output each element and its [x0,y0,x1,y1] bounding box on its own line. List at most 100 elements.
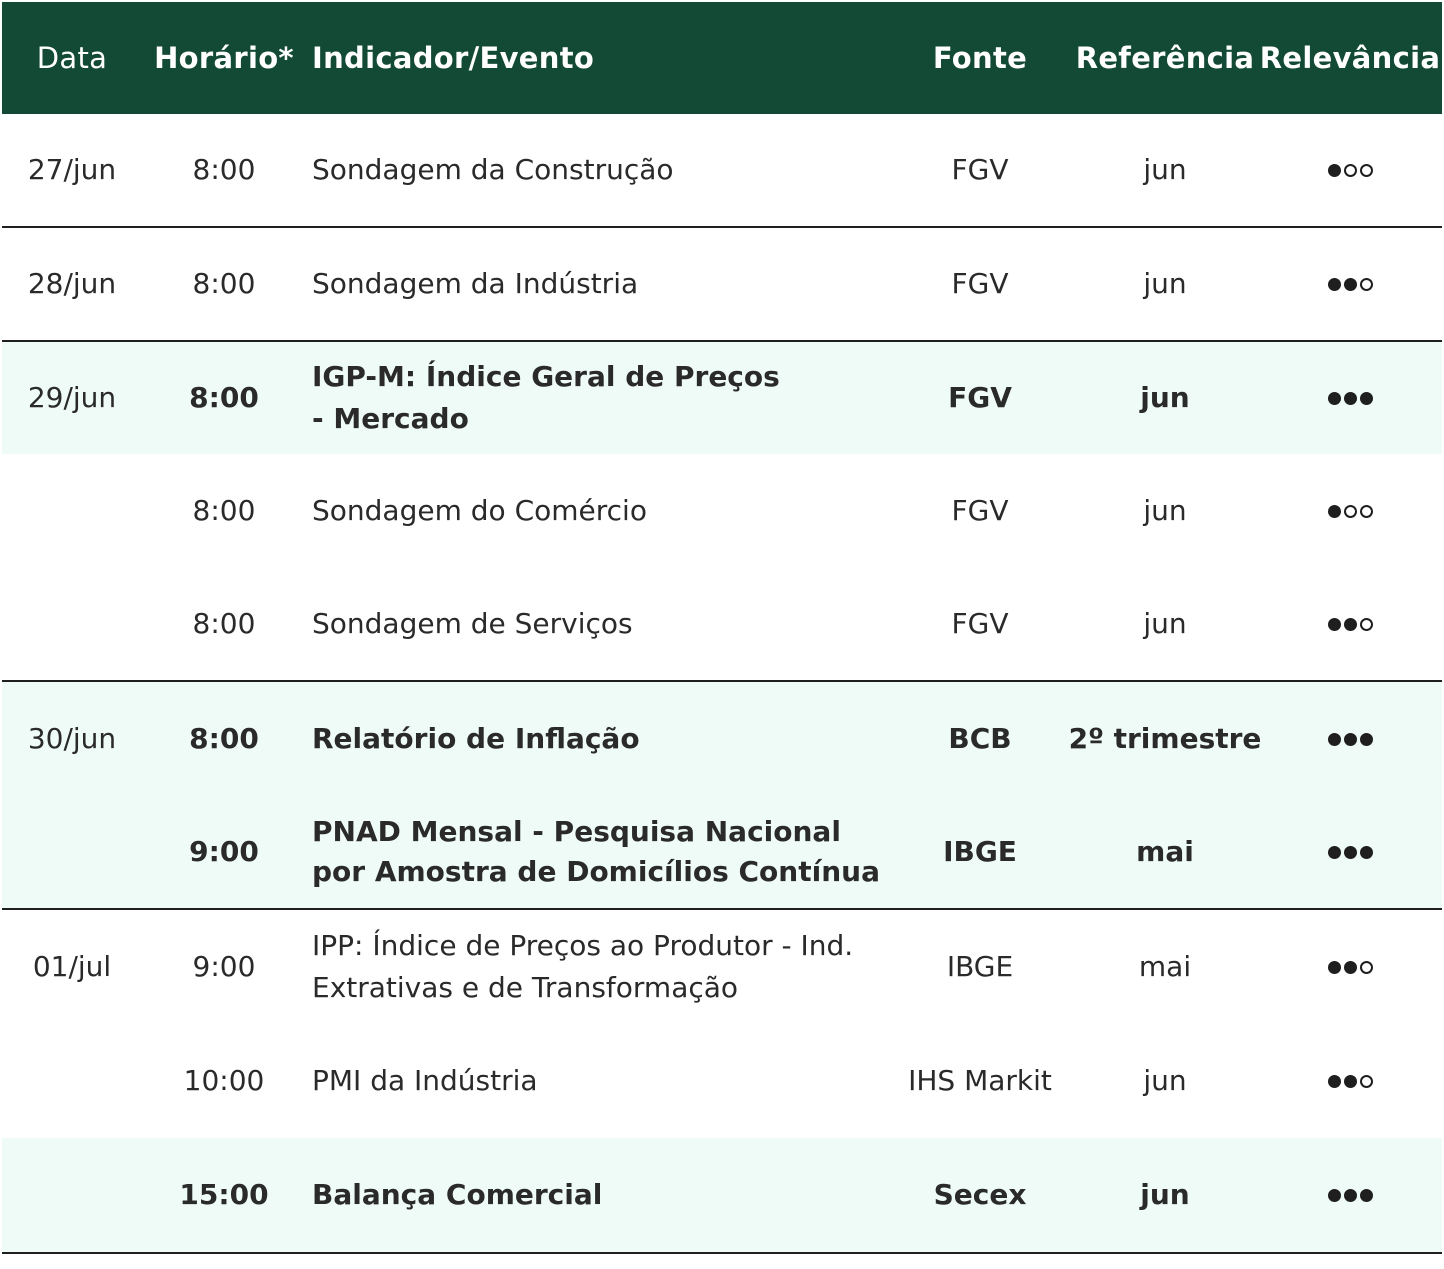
economic-calendar-table: Data Horário* Indicador/Evento Fonte Ref… [2,2,1442,1254]
empty-dot-icon [1343,504,1357,518]
header-reference: Referência [1075,41,1255,75]
row-event: IPP: Índice de Preços ao Produtor - Ind.… [312,929,854,1004]
filled-dot-icon [1327,277,1341,291]
relevance-dots [1327,845,1373,859]
row-time: 8:00 [192,494,256,527]
relevance-indicator [1264,342,1436,454]
empty-dot-icon [1343,163,1357,177]
row-date: 30/jun [27,722,117,755]
filled-dot-icon [1327,617,1341,631]
relevance-indicator [1264,1138,1436,1252]
filled-dot-icon [1343,391,1357,405]
table-row: 27/jun 8:00 Sondagem da Construção FGV j… [2,114,1442,228]
relevance-indicator [1264,568,1436,680]
row-event: PMI da Indústria [312,1064,538,1097]
relevance-indicator [1264,1024,1436,1138]
relevance-dots [1327,163,1373,177]
filled-dot-icon [1327,845,1341,859]
row-reference: mai [1138,950,1192,983]
filled-dot-icon [1327,1074,1341,1088]
row-event: Sondagem do Comércio [312,494,647,527]
row-event: PNAD Mensal - Pesquisa Nacional por Amos… [312,815,880,888]
filled-dot-icon [1359,391,1373,405]
table-row: 15:00 Balança Comercial Secex jun [2,1138,1442,1254]
relevance-indicator [1264,114,1436,226]
row-event: IGP-M: Índice Geral de Preços - Mercado [312,360,780,435]
row-date [2,454,142,568]
relevance-indicator [1264,910,1436,1024]
filled-dot-icon [1327,504,1341,518]
row-reference: jun [1143,494,1187,527]
row-date [2,1024,142,1138]
row-time: 8:00 [192,267,256,300]
relevance-dots [1327,277,1373,291]
relevance-indicator [1264,454,1436,568]
relevance-dots [1327,617,1373,631]
row-date [2,1138,142,1252]
filled-dot-icon [1359,732,1373,746]
empty-dot-icon [1359,163,1373,177]
filled-dot-icon [1343,1074,1357,1088]
row-reference: jun [1140,1178,1190,1211]
table-row: 8:00 Sondagem de Serviços FGV jun [2,568,1442,682]
filled-dot-icon [1343,960,1357,974]
empty-dot-icon [1359,277,1373,291]
table-row: 9:00 PNAD Mensal - Pesquisa Nacional por… [2,796,1442,910]
relevance-dots [1327,504,1373,518]
row-date: 01/jul [32,950,112,983]
filled-dot-icon [1359,845,1373,859]
header-relevance: Relevância [1259,41,1441,75]
row-event: Sondagem da Indústria [312,267,639,300]
row-source: FGV [951,267,1009,300]
row-time: 9:00 [192,950,256,983]
row-time: 8:00 [192,153,256,186]
row-source: Secex [933,1178,1027,1211]
row-source: FGV [948,381,1012,414]
header-source: Fonte [932,41,1028,75]
filled-dot-icon [1359,1188,1373,1202]
row-reference: mai [1136,835,1194,868]
row-event: Balança Comercial [312,1178,603,1211]
row-reference: jun [1143,607,1187,640]
row-date: 28/jun [27,267,117,300]
row-event: Sondagem de Serviços [312,607,633,640]
empty-dot-icon [1359,617,1373,631]
relevance-dots [1327,1188,1373,1202]
empty-dot-icon [1359,504,1373,518]
filled-dot-icon [1343,732,1357,746]
row-source: FGV [951,153,1009,186]
relevance-dots [1327,732,1373,746]
row-reference: jun [1143,1064,1187,1097]
relevance-indicator [1264,228,1436,340]
relevance-dots [1327,960,1373,974]
row-time: 8:00 [189,381,259,414]
table-row: 8:00 Sondagem do Comércio FGV jun [2,454,1442,568]
row-event: Relatório de Inflação [312,722,640,755]
filled-dot-icon [1343,617,1357,631]
empty-dot-icon [1359,960,1373,974]
filled-dot-icon [1343,845,1357,859]
row-time: 10:00 [183,1064,265,1097]
row-source: IBGE [943,835,1017,868]
filled-dot-icon [1327,960,1341,974]
relevance-dots [1327,1074,1373,1088]
header-time: Horário* [154,41,294,75]
table-row: 30/jun 8:00 Relatório de Inflação BCB 2º… [2,682,1442,796]
filled-dot-icon [1343,277,1357,291]
filled-dot-icon [1327,1188,1341,1202]
table-row: 10:00 PMI da Indústria IHS Markit jun [2,1024,1442,1138]
row-reference: jun [1140,381,1190,414]
row-time: 8:00 [189,722,259,755]
row-date: 29/jun [27,381,117,414]
filled-dot-icon [1327,163,1341,177]
row-source: BCB [948,722,1012,755]
row-date: 27/jun [27,153,117,186]
row-event: Sondagem da Construção [312,153,674,186]
row-source: IHS Markit [908,1064,1052,1097]
relevance-indicator [1264,796,1436,908]
relevance-indicator [1264,682,1436,796]
row-time: 15:00 [179,1178,269,1211]
filled-dot-icon [1327,391,1341,405]
table-row: 29/jun 8:00 IGP-M: Índice Geral de Preço… [2,342,1442,454]
filled-dot-icon [1327,732,1341,746]
